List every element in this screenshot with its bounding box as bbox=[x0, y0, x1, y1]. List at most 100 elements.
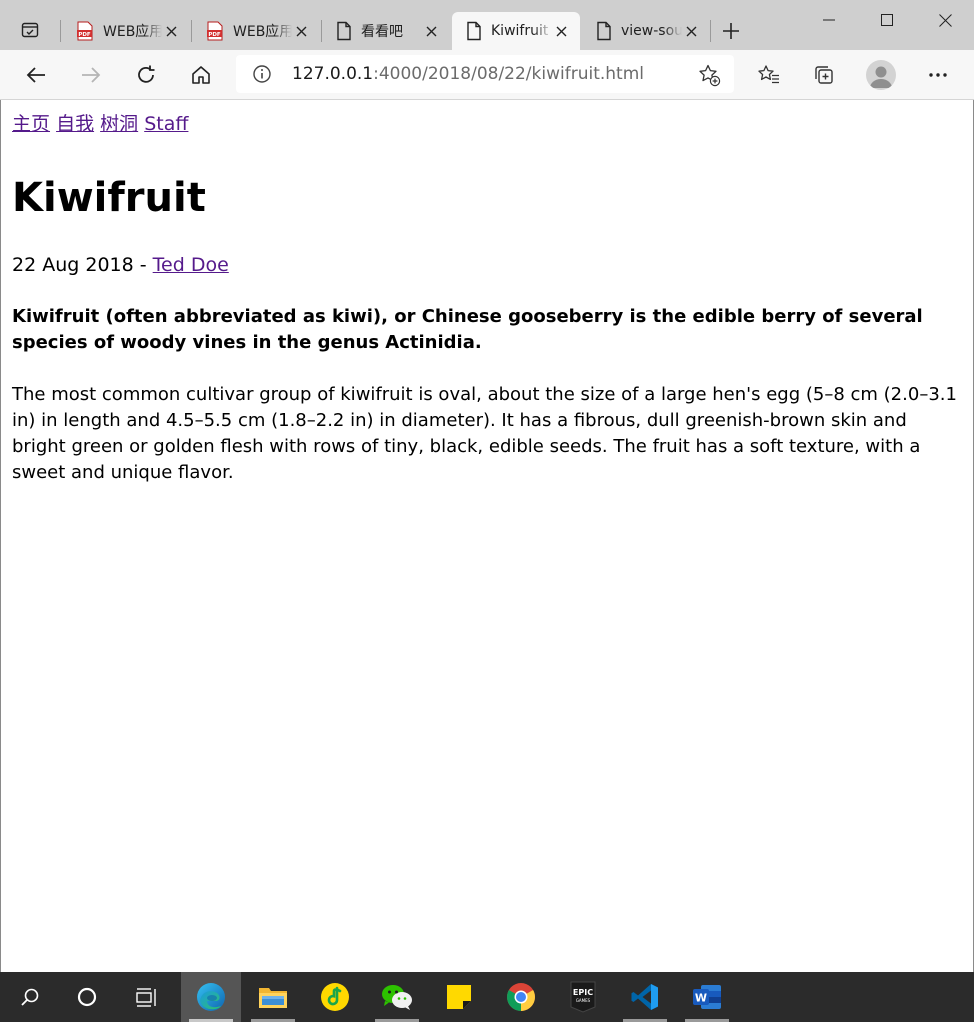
back-button[interactable] bbox=[19, 58, 53, 92]
svg-text:PDF: PDF bbox=[78, 32, 91, 38]
word-icon: W bbox=[693, 985, 721, 1009]
maximize-icon bbox=[881, 14, 893, 26]
site-nav: 主页 自我 树洞 Staff bbox=[12, 110, 962, 138]
tab-title: WEB应用 bbox=[233, 24, 292, 40]
tab-3[interactable]: 看看吧 bbox=[322, 12, 450, 50]
taskbar-task-view[interactable] bbox=[117, 972, 177, 1022]
tab-close-button[interactable] bbox=[292, 22, 310, 40]
taskbar-word[interactable]: W bbox=[677, 972, 737, 1022]
browser-titlebar: PDF WEB应用 PDF WEB应用 看看吧 Kiwifruit view-s… bbox=[0, 0, 974, 50]
close-icon bbox=[938, 13, 952, 27]
cortana-icon bbox=[77, 987, 97, 1007]
page-content: 主页 自我 树洞 Staff Kiwifruit 22 Aug 2018 - T… bbox=[12, 110, 962, 486]
taskbar-chrome[interactable] bbox=[491, 972, 551, 1022]
chrome-icon bbox=[507, 983, 535, 1011]
close-icon bbox=[166, 26, 176, 36]
taskbar-cortana[interactable] bbox=[57, 972, 117, 1022]
taskbar-qq-music[interactable] bbox=[305, 972, 365, 1022]
tab-close-button[interactable] bbox=[422, 22, 440, 40]
tab-actions-button[interactable] bbox=[10, 10, 50, 50]
add-favorite-button[interactable] bbox=[696, 62, 722, 88]
minimize-button[interactable] bbox=[800, 0, 858, 40]
post-date: 22 Aug 2018 bbox=[12, 254, 134, 276]
epic-logo-subtext: GAMES bbox=[576, 998, 591, 1003]
close-icon bbox=[556, 26, 566, 36]
address-bar[interactable]: 127.0.0.1:4000/2018/08/22/kiwifruit.html bbox=[236, 55, 734, 93]
tab-actions-icon bbox=[21, 22, 39, 38]
star-add-icon bbox=[699, 64, 721, 87]
page-title: Kiwifruit bbox=[12, 175, 206, 221]
tab-close-button[interactable] bbox=[552, 22, 570, 40]
wechat-icon bbox=[382, 985, 412, 1010]
page-icon bbox=[467, 21, 481, 41]
nav-link-about[interactable]: 自我 bbox=[56, 113, 94, 135]
site-info-icon[interactable] bbox=[252, 64, 272, 84]
epic-logo-text: EPIC bbox=[573, 988, 593, 997]
maximize-button[interactable] bbox=[858, 0, 916, 40]
tab-separator bbox=[60, 20, 61, 42]
pdf-icon: PDF bbox=[77, 21, 93, 41]
search-icon bbox=[21, 988, 39, 1006]
tab-title: WEB应用 bbox=[103, 24, 162, 40]
home-icon bbox=[192, 66, 210, 84]
taskbar-file-explorer[interactable] bbox=[243, 972, 303, 1022]
new-tab-button[interactable] bbox=[714, 15, 748, 47]
plus-icon bbox=[723, 23, 739, 39]
close-icon bbox=[686, 26, 696, 36]
tab-1[interactable]: PDF WEB应用 bbox=[62, 12, 190, 50]
minimize-icon bbox=[823, 19, 835, 21]
tab-4-active[interactable]: Kiwifruit bbox=[452, 12, 580, 50]
word-logo-text: W bbox=[695, 992, 707, 1005]
taskbar-edge[interactable] bbox=[181, 972, 241, 1022]
home-button[interactable] bbox=[184, 58, 218, 92]
tab-2[interactable]: PDF WEB应用 bbox=[192, 12, 320, 50]
browser-toolbar: 127.0.0.1:4000/2018/08/22/kiwifruit.html bbox=[0, 50, 974, 100]
tab-5[interactable]: view-source bbox=[582, 12, 710, 50]
taskbar-wechat[interactable] bbox=[367, 972, 427, 1022]
epic-games-icon: EPIC GAMES bbox=[570, 981, 596, 1013]
post-body: The most common cultivar group of kiwifr… bbox=[12, 384, 957, 483]
tab-title: view-source bbox=[621, 23, 682, 39]
tab-close-button[interactable] bbox=[682, 22, 700, 40]
page-icon bbox=[337, 21, 351, 41]
close-icon bbox=[296, 26, 306, 36]
taskbar-search[interactable] bbox=[0, 972, 60, 1022]
nav-link-treehole[interactable]: 树洞 bbox=[100, 113, 138, 135]
settings-more-button[interactable] bbox=[921, 58, 955, 92]
close-icon bbox=[426, 26, 436, 36]
refresh-button[interactable] bbox=[129, 58, 163, 92]
author-link[interactable]: Ted Doe bbox=[153, 254, 229, 276]
sticky-notes-icon bbox=[447, 985, 471, 1009]
url-text[interactable]: 127.0.0.1:4000/2018/08/22/kiwifruit.html bbox=[292, 64, 644, 84]
taskbar-vscode[interactable] bbox=[615, 972, 675, 1022]
taskbar-epic-games[interactable]: EPIC GAMES bbox=[553, 972, 613, 1022]
url-host: 127.0.0.1 bbox=[292, 64, 374, 84]
task-view-icon bbox=[136, 988, 156, 1007]
profile-avatar[interactable] bbox=[866, 60, 896, 90]
post-byline: 22 Aug 2018 - Ted Doe bbox=[12, 252, 962, 278]
edge-icon bbox=[197, 983, 225, 1011]
forward-button[interactable] bbox=[74, 58, 108, 92]
windows-taskbar: EPIC GAMES W bbox=[0, 972, 974, 1022]
svg-text:PDF: PDF bbox=[208, 32, 221, 38]
qq-music-icon bbox=[321, 983, 349, 1011]
page-viewport: 主页 自我 树洞 Staff Kiwifruit 22 Aug 2018 - T… bbox=[0, 100, 974, 972]
collections-icon bbox=[815, 66, 833, 84]
favorites-button[interactable] bbox=[752, 58, 786, 92]
tab-separator bbox=[710, 20, 711, 42]
taskbar-sticky-notes[interactable] bbox=[429, 972, 489, 1022]
favorites-icon bbox=[758, 65, 779, 84]
post-lead: Kiwifruit (often abbreviated as kiwi), o… bbox=[12, 306, 923, 353]
pdf-icon: PDF bbox=[207, 21, 223, 41]
tab-title: 看看吧 bbox=[361, 24, 403, 40]
vscode-icon bbox=[631, 984, 658, 1010]
tab-close-button[interactable] bbox=[162, 22, 180, 40]
collections-button[interactable] bbox=[807, 58, 841, 92]
nav-link-home[interactable]: 主页 bbox=[12, 113, 50, 135]
forward-arrow-icon bbox=[82, 67, 101, 83]
user-icon bbox=[870, 66, 892, 88]
close-window-button[interactable] bbox=[916, 0, 974, 40]
back-arrow-icon bbox=[26, 67, 45, 83]
nav-link-staff[interactable]: Staff bbox=[144, 113, 188, 135]
tab-title: Kiwifruit bbox=[491, 23, 549, 39]
